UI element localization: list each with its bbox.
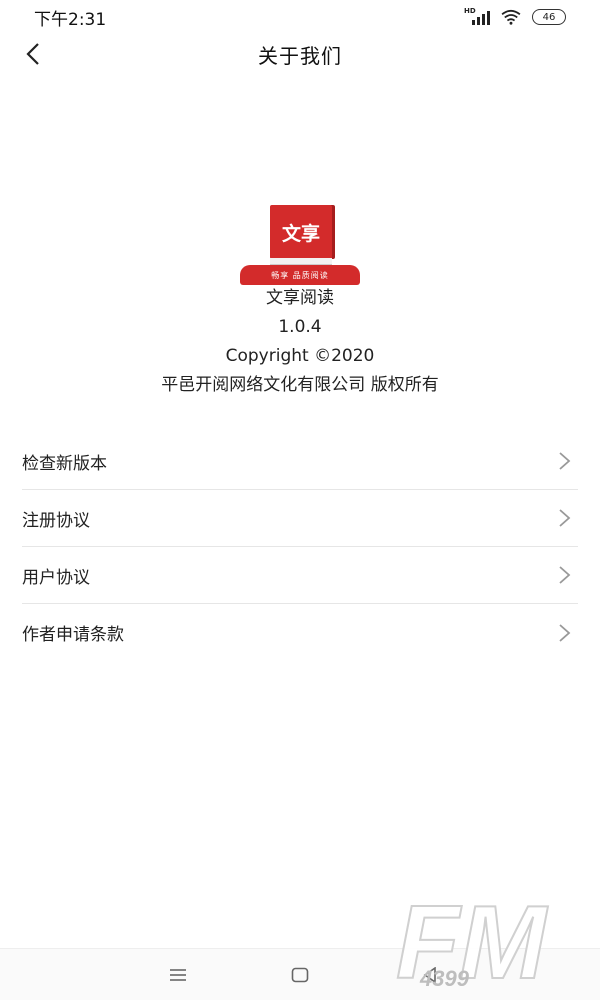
menu-item-label: 注册协议: [22, 510, 90, 531]
logo-book-icon: 文享: [270, 205, 332, 265]
logo-text: 文享: [281, 222, 320, 245]
menu-item-label: 检查新版本: [22, 453, 107, 474]
home-button[interactable]: [288, 963, 312, 987]
company-text: 平邑开阅网络文化有限公司 版权所有: [161, 375, 439, 395]
battery-level: 46: [542, 11, 556, 23]
menu-icon: [170, 969, 186, 981]
watermark-fm-text: FM: [396, 885, 549, 1000]
menu-item-author-terms[interactable]: 作者申请条款: [22, 604, 578, 661]
logo-tagline: 畅享 品质阅读: [271, 270, 329, 280]
menu-button[interactable]: [166, 963, 190, 987]
page-title: 关于我们: [258, 43, 342, 68]
wifi-icon: [501, 9, 521, 25]
signal-icon: HD: [464, 7, 490, 25]
menu-item-label: 作者申请条款: [22, 625, 124, 645]
menu-item-user-agreement[interactable]: 用户协议: [22, 547, 578, 604]
battery-icon: 46: [532, 9, 566, 25]
status-time: 下午2:31: [34, 9, 107, 30]
about-menu: 检查新版本 注册协议 用户协议 作者申请条款: [22, 433, 578, 661]
logo-ribbon: 畅享 品质阅读: [240, 265, 360, 285]
copyright-text: Copyright ©2020: [225, 346, 375, 366]
back-button[interactable]: [20, 40, 48, 68]
chevron-right-icon: [559, 566, 571, 584]
status-icons: HD 46: [464, 7, 566, 25]
watermark-number-text: 4399: [419, 966, 470, 991]
menu-item-check-update[interactable]: 检查新版本: [22, 433, 578, 490]
back-chevron-icon: [26, 43, 39, 65]
menu-item-label: 用户协议: [22, 567, 90, 588]
app-logo: 文享 畅享 品质阅读: [240, 205, 360, 285]
chevron-right-icon: [559, 509, 571, 527]
status-bar: 下午2:31 HD 46: [0, 0, 600, 34]
app-version: 1.0.4: [278, 317, 322, 337]
app-info: 文享阅读 1.0.4 Copyright ©2020 平邑开阅网络文化有限公司 …: [0, 284, 600, 400]
home-icon: [291, 967, 309, 983]
app-header: 关于我们: [0, 34, 600, 74]
fm4399-watermark-logo: FM 4399: [395, 884, 550, 1000]
chevron-right-icon: [559, 452, 571, 470]
chevron-right-icon: [559, 623, 571, 642]
menu-item-registration-agreement[interactable]: 注册协议: [22, 490, 578, 547]
app-name: 文享阅读: [266, 288, 334, 308]
